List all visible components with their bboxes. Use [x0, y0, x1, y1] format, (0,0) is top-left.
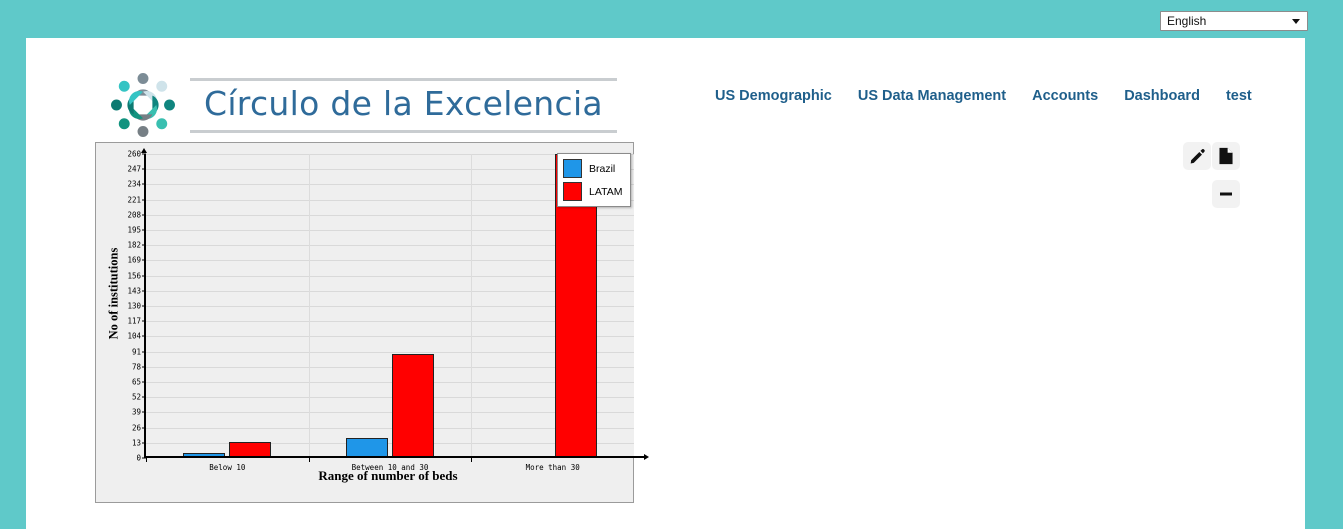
y-axis-tick-label: 13 — [131, 438, 141, 448]
y-axis-tick-label: 260 — [127, 149, 141, 159]
y-axis-tick-label: 169 — [127, 255, 141, 265]
x-axis-tick-mark — [471, 458, 473, 462]
y-axis-tick-label: 52 — [131, 392, 141, 402]
y-axis-tick-mark — [142, 229, 146, 231]
y-axis-tick-mark — [142, 396, 146, 398]
pencil-icon — [1190, 148, 1205, 163]
y-axis-tick-label: 247 — [127, 164, 141, 174]
chart-category-divider — [308, 154, 310, 458]
y-axis-tick-label: 0 — [136, 453, 141, 463]
y-axis-tick-label: 91 — [131, 347, 141, 357]
y-axis-tick-mark — [142, 275, 146, 277]
nav-item-accounts[interactable]: Accounts — [1019, 82, 1111, 110]
export-button[interactable] — [1212, 142, 1240, 170]
y-axis-tick-mark — [142, 442, 146, 444]
y-axis-tick-mark — [142, 183, 146, 185]
y-axis-tick-mark — [142, 427, 146, 429]
language-select[interactable]: English — [1160, 11, 1308, 31]
y-axis-tick-label: 208 — [127, 210, 141, 220]
y-axis-tick-mark — [142, 366, 146, 368]
chart-y-axis-label: No of institutions — [106, 247, 121, 339]
y-axis-tick-mark — [142, 320, 146, 322]
y-axis-tick-label: 26 — [131, 423, 141, 433]
chart-bar[interactable] — [392, 353, 434, 458]
y-axis-arrow-icon — [141, 148, 147, 153]
x-axis-tick-mark — [146, 458, 147, 462]
y-axis-tick-mark — [142, 199, 146, 201]
minus-icon — [1220, 192, 1232, 196]
legend-item[interactable]: LATAM — [563, 182, 622, 201]
y-axis-tick-label: 117 — [127, 316, 141, 326]
y-axis-tick-mark — [142, 305, 146, 307]
main-navigation: US Demographic US Data Management Accoun… — [702, 82, 1265, 110]
y-axis-tick-label: 195 — [127, 225, 141, 235]
legend-swatch-latam — [563, 182, 582, 201]
y-axis-tick-mark — [142, 335, 146, 337]
chevron-down-icon — [1292, 18, 1300, 24]
y-axis-tick-label: 78 — [131, 362, 141, 372]
y-axis-tick-label: 182 — [127, 240, 141, 250]
y-axis-tick-label: 156 — [127, 271, 141, 281]
legend-swatch-brazil — [563, 159, 582, 178]
y-axis-tick-mark — [142, 411, 146, 413]
y-axis-tick-mark — [142, 351, 146, 353]
page-title: Círculo de la Excelencia — [204, 83, 603, 123]
y-axis-tick-mark — [142, 214, 146, 216]
y-axis-tick-mark — [142, 244, 146, 246]
y-axis-tick-label: 65 — [131, 377, 141, 387]
nav-item-us-data-management[interactable]: US Data Management — [845, 82, 1019, 110]
content-panel: Círculo de la Excelencia US Demographic … — [26, 38, 1305, 529]
legend-label-brazil: Brazil — [589, 162, 616, 175]
chart-legend: Brazil LATAM — [557, 153, 632, 207]
circle-of-people-logo — [104, 66, 182, 144]
chart-category-divider — [471, 154, 473, 458]
nav-item-us-demographic[interactable]: US Demographic — [702, 82, 845, 110]
x-axis-line — [144, 456, 644, 458]
y-axis-tick-label: 143 — [127, 286, 141, 296]
y-axis-tick-label: 234 — [127, 179, 141, 189]
legend-label-latam: LATAM — [589, 185, 623, 198]
y-axis-tick-mark — [142, 290, 146, 292]
nav-item-test[interactable]: test — [1213, 82, 1265, 110]
brand-title-box: Círculo de la Excelencia — [190, 77, 617, 133]
y-axis-tick-mark — [142, 259, 146, 261]
x-axis-tick-mark — [308, 458, 310, 462]
brand-header: Círculo de la Excelencia — [104, 66, 617, 144]
y-axis-tick-mark — [142, 381, 146, 383]
y-axis-tick-label: 130 — [127, 301, 141, 311]
y-axis-tick-mark — [142, 153, 146, 155]
y-axis-tick-mark — [142, 168, 146, 170]
legend-item[interactable]: Brazil — [563, 159, 622, 178]
y-axis-tick-label: 221 — [127, 195, 141, 205]
collapse-button[interactable] — [1212, 180, 1240, 208]
top-language-bar: English — [0, 0, 1343, 38]
nav-item-dashboard[interactable]: Dashboard — [1111, 82, 1213, 110]
bar-chart-widget: No of institutions 0 13 26 39 52 65 78 91 104 117… — [95, 142, 649, 503]
y-axis-tick-label: 104 — [127, 331, 141, 341]
language-select-value: English — [1167, 14, 1207, 28]
y-axis-tick-label: 39 — [131, 407, 141, 417]
x-axis-arrow-icon — [644, 454, 649, 460]
chart-x-axis-label: Range of number of beds — [318, 468, 458, 483]
document-icon — [1219, 147, 1233, 165]
edit-button[interactable] — [1183, 142, 1211, 170]
